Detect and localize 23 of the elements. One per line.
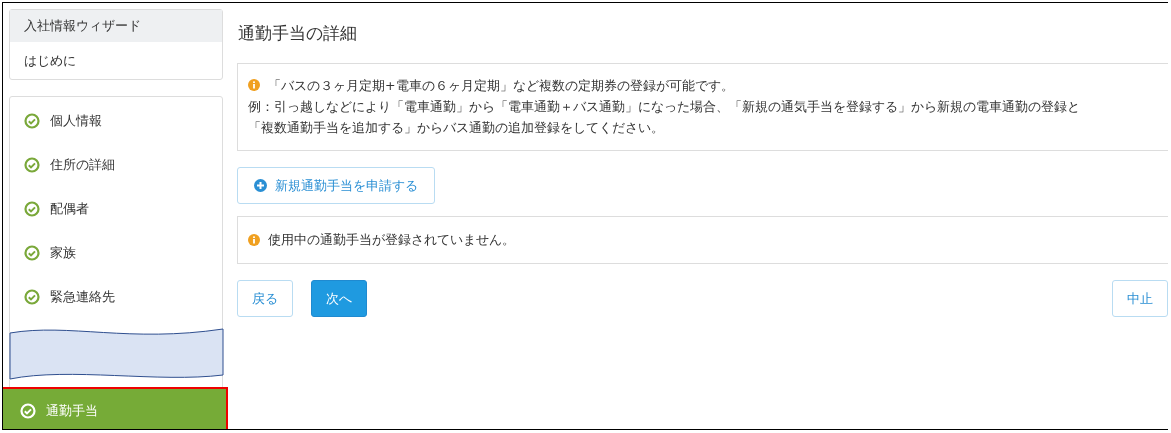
plus-circle-icon: [254, 178, 267, 192]
check-circle-icon: [24, 157, 40, 173]
check-circle-icon: [24, 289, 40, 305]
sidebar-step[interactable]: 配偶者: [10, 187, 222, 231]
sidebar-step[interactable]: 家族: [10, 231, 222, 275]
sidebar-step[interactable]: 個人情報: [10, 99, 222, 143]
check-circle-icon: [24, 113, 40, 129]
page-title: 通勤手当の詳細: [238, 22, 358, 45]
example-text: 例：引っ越しなどにより「電車通勤」から「電車通勤＋バス通勤」になった場合、「新規の通気手当を登録する」から新規の電車通勤の登録と 「複数通勤手当を追加する」からバス通勤の追加登録をしてください。: [248, 97, 1080, 137]
sidebar-step[interactable]: 緊急連絡先: [10, 275, 222, 319]
add-button[interactable]: 新規通勤手当を申請する: [237, 166, 435, 204]
notice-text: 使用中の通勤手当が登録されていません。: [268, 231, 515, 249]
check-circle-icon: [24, 245, 40, 261]
cancel-button[interactable]: 中止: [1112, 279, 1168, 317]
info-icon: [248, 79, 260, 91]
sidebar-item[interactable]: はじめに: [10, 42, 222, 79]
info-icon: [248, 233, 260, 246]
check-circle-icon: [24, 201, 40, 217]
wizard-header: 入社情報ウィザード: [10, 10, 222, 42]
check-circle-icon: [20, 403, 36, 419]
notice-text: 「バスの３ヶ月定期+電車の６ヶ月定期」など複数の定期券の登録が可能です。: [268, 76, 734, 95]
sidebar-step[interactable]: 住所の詳細: [10, 143, 222, 187]
back-button[interactable]: 戻る: [237, 279, 293, 317]
